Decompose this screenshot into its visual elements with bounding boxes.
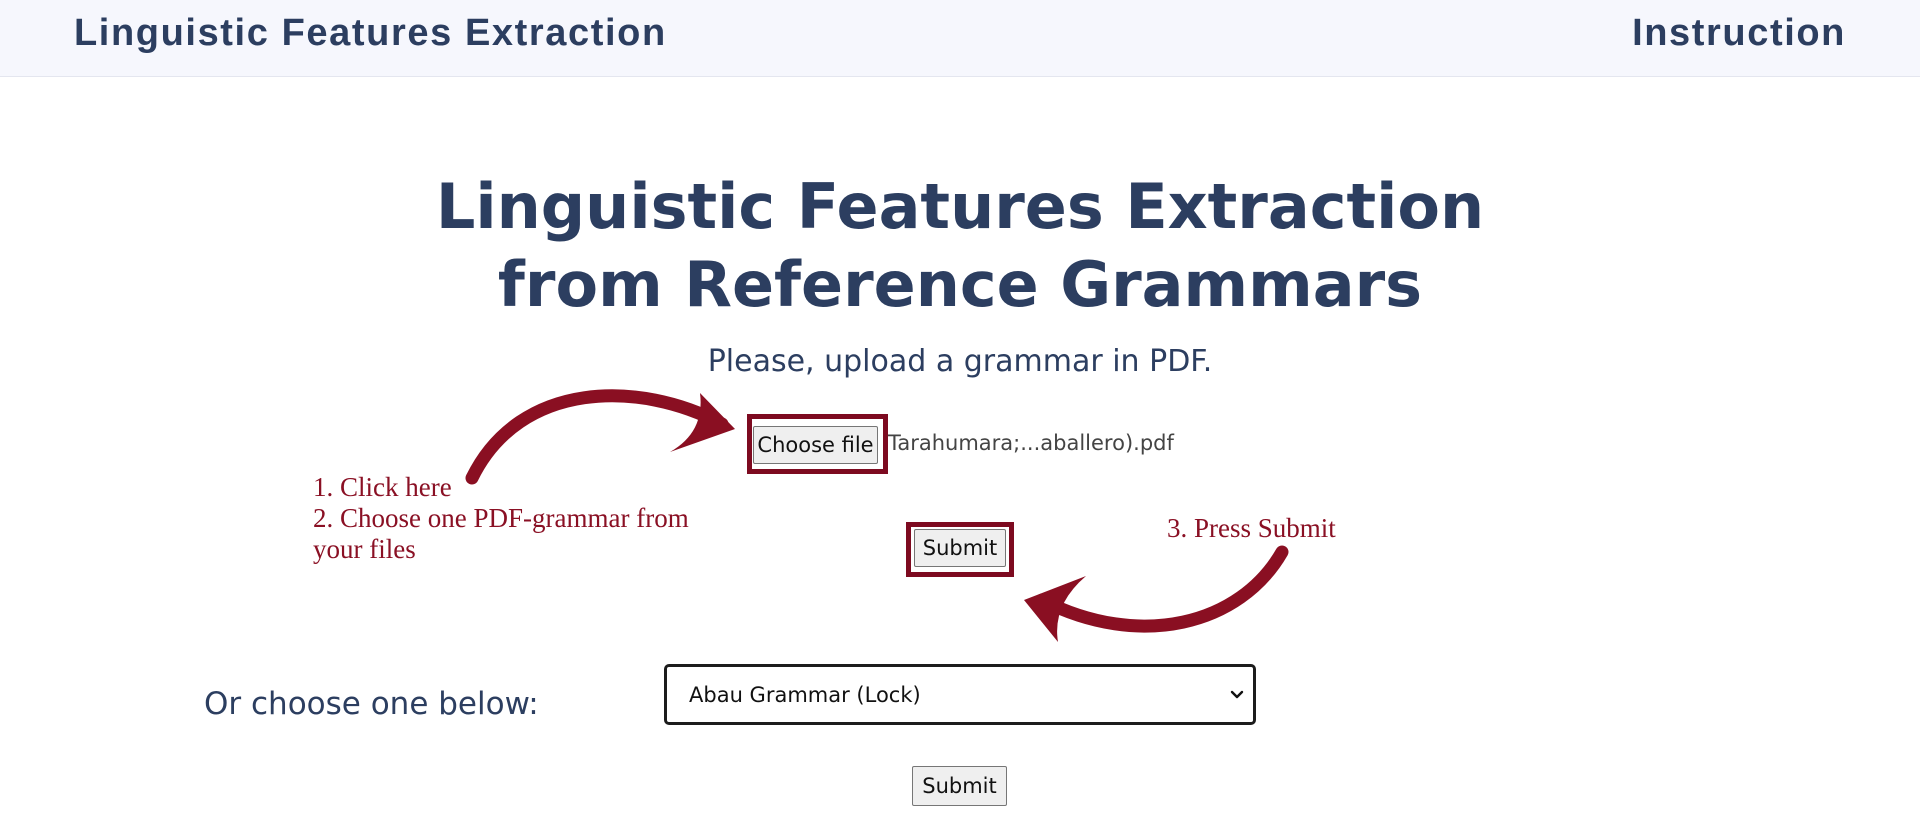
selected-file-name: Tarahumara;...aballero).pdf bbox=[888, 431, 1174, 455]
annotation-step-3: 3. Press Submit bbox=[1167, 513, 1336, 543]
brand-title[interactable]: Linguistic Features Extraction bbox=[74, 12, 667, 55]
curved-arrow-icon bbox=[465, 389, 735, 485]
upload-submit-button[interactable]: Submit bbox=[914, 529, 1006, 567]
page-title-line-2: from Reference Grammars bbox=[497, 248, 1423, 321]
page-title-line-1: Linguistic Features Extraction bbox=[435, 170, 1485, 243]
top-navbar: Linguistic Features Extraction Instructi… bbox=[0, 0, 1920, 77]
annotation-steps-1-2: 1. Click here 2. Choose one PDF-grammar … bbox=[313, 472, 689, 565]
annotation-step-2-line-2: your files bbox=[313, 534, 416, 564]
nav-instruction-link[interactable]: Instruction bbox=[1632, 12, 1846, 55]
curved-arrow-icon bbox=[1024, 545, 1289, 642]
annotation-step-1: 1. Click here bbox=[313, 472, 452, 502]
choose-file-button[interactable]: Choose file bbox=[753, 426, 878, 464]
upload-instruction: Please, upload a grammar in PDF. bbox=[707, 344, 1213, 379]
grammar-submit-button[interactable]: Submit bbox=[912, 766, 1007, 806]
grammar-select-value: Abau Grammar (Lock) bbox=[689, 682, 921, 707]
page-title: Linguistic Features Extraction from Refe… bbox=[0, 168, 1920, 324]
chevron-down-icon bbox=[1230, 690, 1244, 699]
annotation-step-2-line-1: 2. Choose one PDF-grammar from bbox=[313, 503, 689, 533]
grammar-select[interactable]: Abau Grammar (Lock) bbox=[664, 664, 1256, 725]
choose-grammar-label: Or choose one below: bbox=[204, 686, 539, 722]
